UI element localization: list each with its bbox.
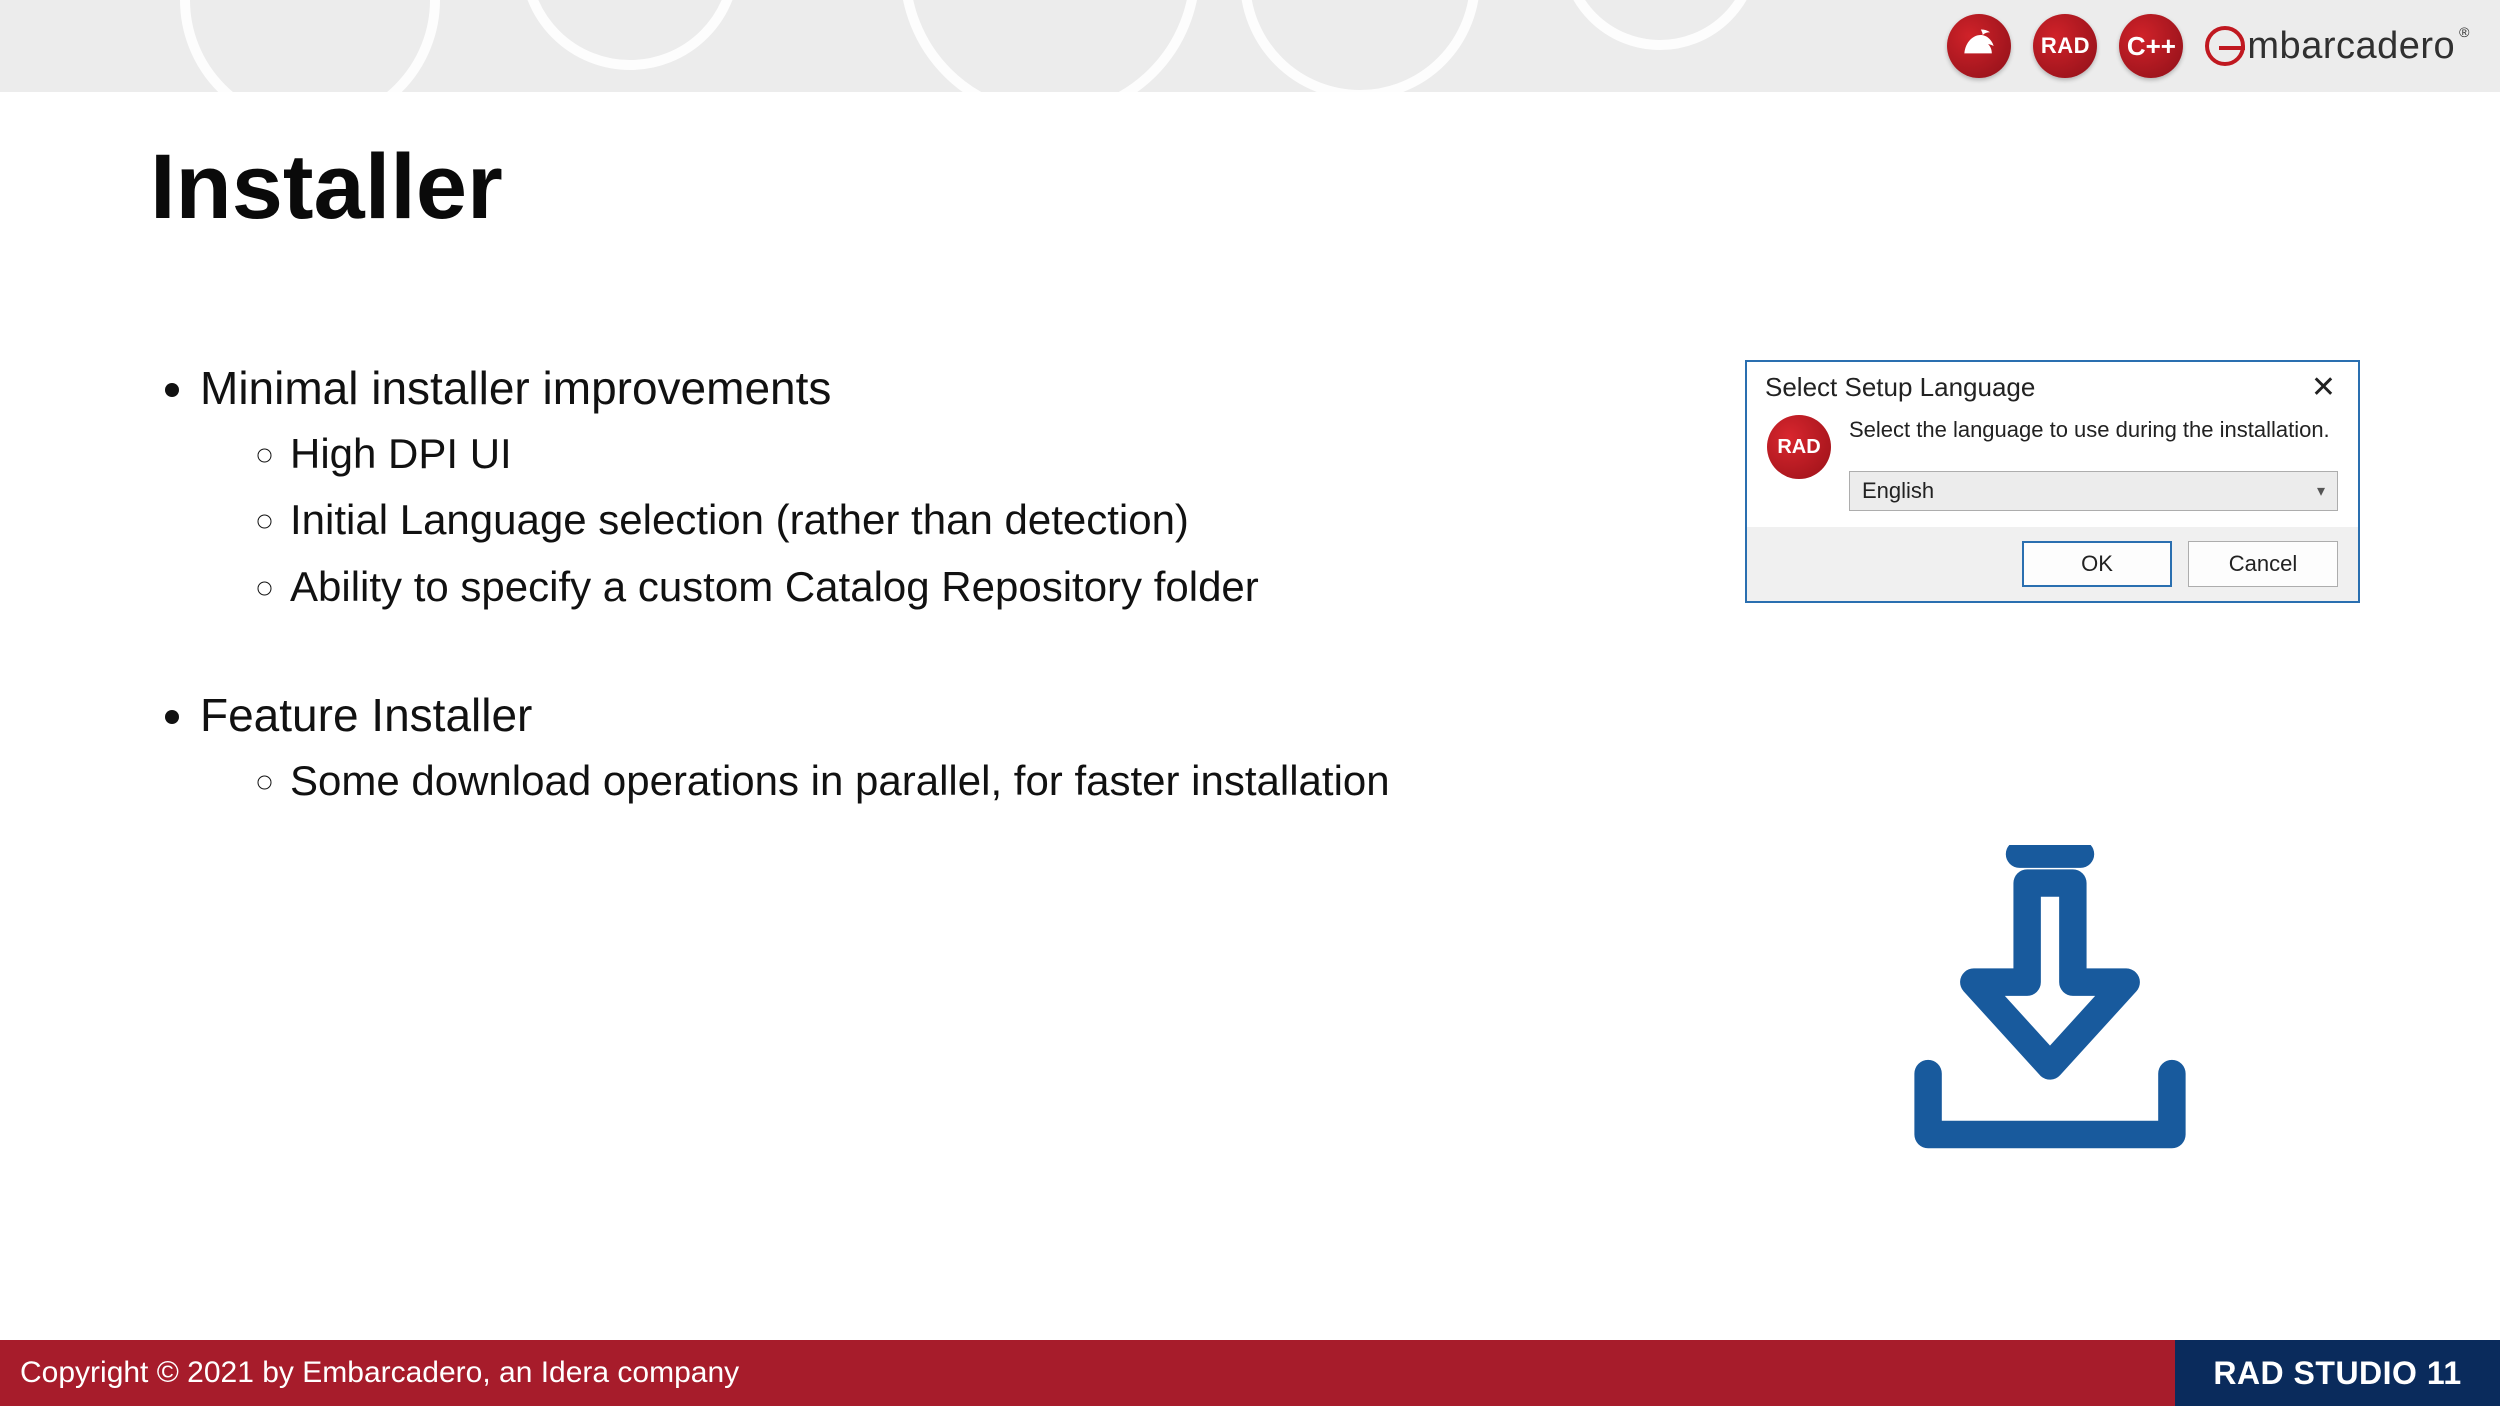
cpp-logo-label: C++ — [2127, 31, 2176, 62]
decorative-swirl — [180, 0, 440, 92]
chevron-down-icon: ▾ — [2317, 481, 2325, 501]
language-select[interactable]: English ▾ — [1849, 471, 2338, 511]
close-icon[interactable]: ✕ — [2305, 373, 2342, 403]
sub-bullet-item: Some download operations in parallel, fo… — [290, 755, 1650, 808]
cpp-logo-icon: C++ — [2119, 14, 2183, 78]
embarcadero-text: mbarcadero — [2247, 25, 2455, 68]
bullet-text: Minimal installer improvements — [200, 362, 831, 414]
decorative-swirl — [1240, 0, 1480, 92]
slide-title: Installer — [150, 135, 503, 240]
download-icon — [1895, 845, 2205, 1165]
bullet-item: Feature Installer Some download operatio… — [200, 687, 1650, 807]
language-dialog: Select Setup Language ✕ RAD Select the l… — [1745, 360, 2360, 603]
bullet-item: Minimal installer improvements High DPI … — [200, 360, 1650, 613]
rad-logo-label: RAD — [2041, 33, 2090, 59]
cancel-button[interactable]: Cancel — [2188, 541, 2338, 587]
dialog-message: Select the language to use during the in… — [1849, 415, 2338, 445]
header-band: RAD C++ mbarcadero ® — [0, 0, 2500, 92]
decorative-swirl — [520, 0, 740, 70]
sub-bullet-item: Initial Language selection (rather than … — [290, 494, 1650, 547]
decorative-swirl — [1560, 0, 1760, 50]
footer: Copyright © 2021 by Embarcadero, an Ider… — [0, 1340, 2500, 1406]
sub-bullet-item: Ability to specify a custom Catalog Repo… — [290, 561, 1650, 614]
registered-mark: ® — [2459, 24, 2470, 40]
ok-button[interactable]: OK — [2022, 541, 2172, 587]
footer-copyright: Copyright © 2021 by Embarcadero, an Ider… — [0, 1340, 2175, 1406]
delphi-logo-icon — [1947, 14, 2011, 78]
sub-bullet-item: High DPI UI — [290, 428, 1650, 481]
rad-dialog-icon-label: RAD — [1777, 436, 1820, 459]
embarcadero-wordmark: mbarcadero ® — [2205, 25, 2470, 68]
dialog-button-row: OK Cancel — [1747, 527, 2358, 601]
decorative-swirl — [900, 0, 1200, 92]
rad-dialog-icon: RAD — [1767, 415, 1831, 479]
footer-product: RAD STUDIO 11 — [2175, 1340, 2500, 1406]
rad-logo-icon: RAD — [2033, 14, 2097, 78]
embarcadero-e-icon — [2205, 26, 2245, 66]
header-logos: RAD C++ mbarcadero ® — [1947, 8, 2470, 84]
bullet-content: Minimal installer improvements High DPI … — [150, 360, 1650, 821]
bullet-text: Feature Installer — [200, 689, 532, 741]
dialog-title: Select Setup Language — [1765, 372, 2035, 403]
dialog-body: RAD Select the language to use during th… — [1747, 409, 2358, 527]
helmet-icon — [1957, 24, 2001, 68]
language-select-value: English — [1862, 478, 1934, 504]
dialog-titlebar: Select Setup Language ✕ — [1747, 362, 2358, 409]
